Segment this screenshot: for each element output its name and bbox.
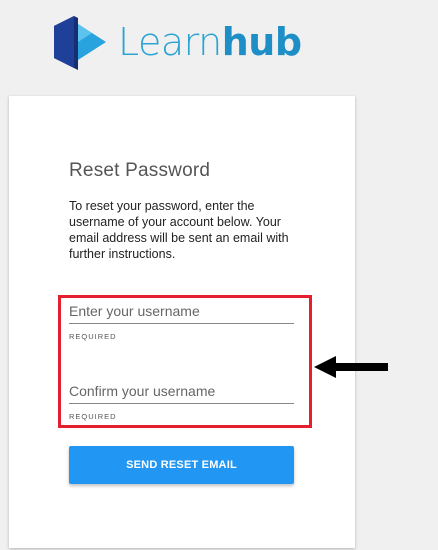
reset-password-card: Reset Password To reset your password, e… (9, 96, 355, 548)
confirm-username-required-hint: REQUIRED (69, 412, 117, 421)
send-reset-email-button[interactable]: SEND RESET EMAIL (69, 446, 294, 484)
username-input[interactable] (69, 303, 294, 324)
brand-name-light: Learn (118, 20, 222, 64)
confirm-username-field-group: REQUIRED (69, 383, 294, 421)
left-arrow-icon (314, 356, 388, 378)
brand-name-bold: hub (221, 20, 302, 64)
instructions-text: To reset your password, enter the userna… (69, 199, 289, 261)
page-title: Reset Password (69, 160, 211, 181)
page: Learn hub Reset Password To reset your pa… (0, 0, 438, 550)
username-required-hint: REQUIRED (69, 332, 117, 341)
brand-logo[interactable]: Learn hub (48, 12, 302, 72)
confirm-username-input[interactable] (69, 383, 294, 404)
brand-name: Learn hub (118, 23, 302, 61)
cube-logo-icon (54, 16, 106, 70)
username-field-group: REQUIRED (69, 303, 294, 341)
